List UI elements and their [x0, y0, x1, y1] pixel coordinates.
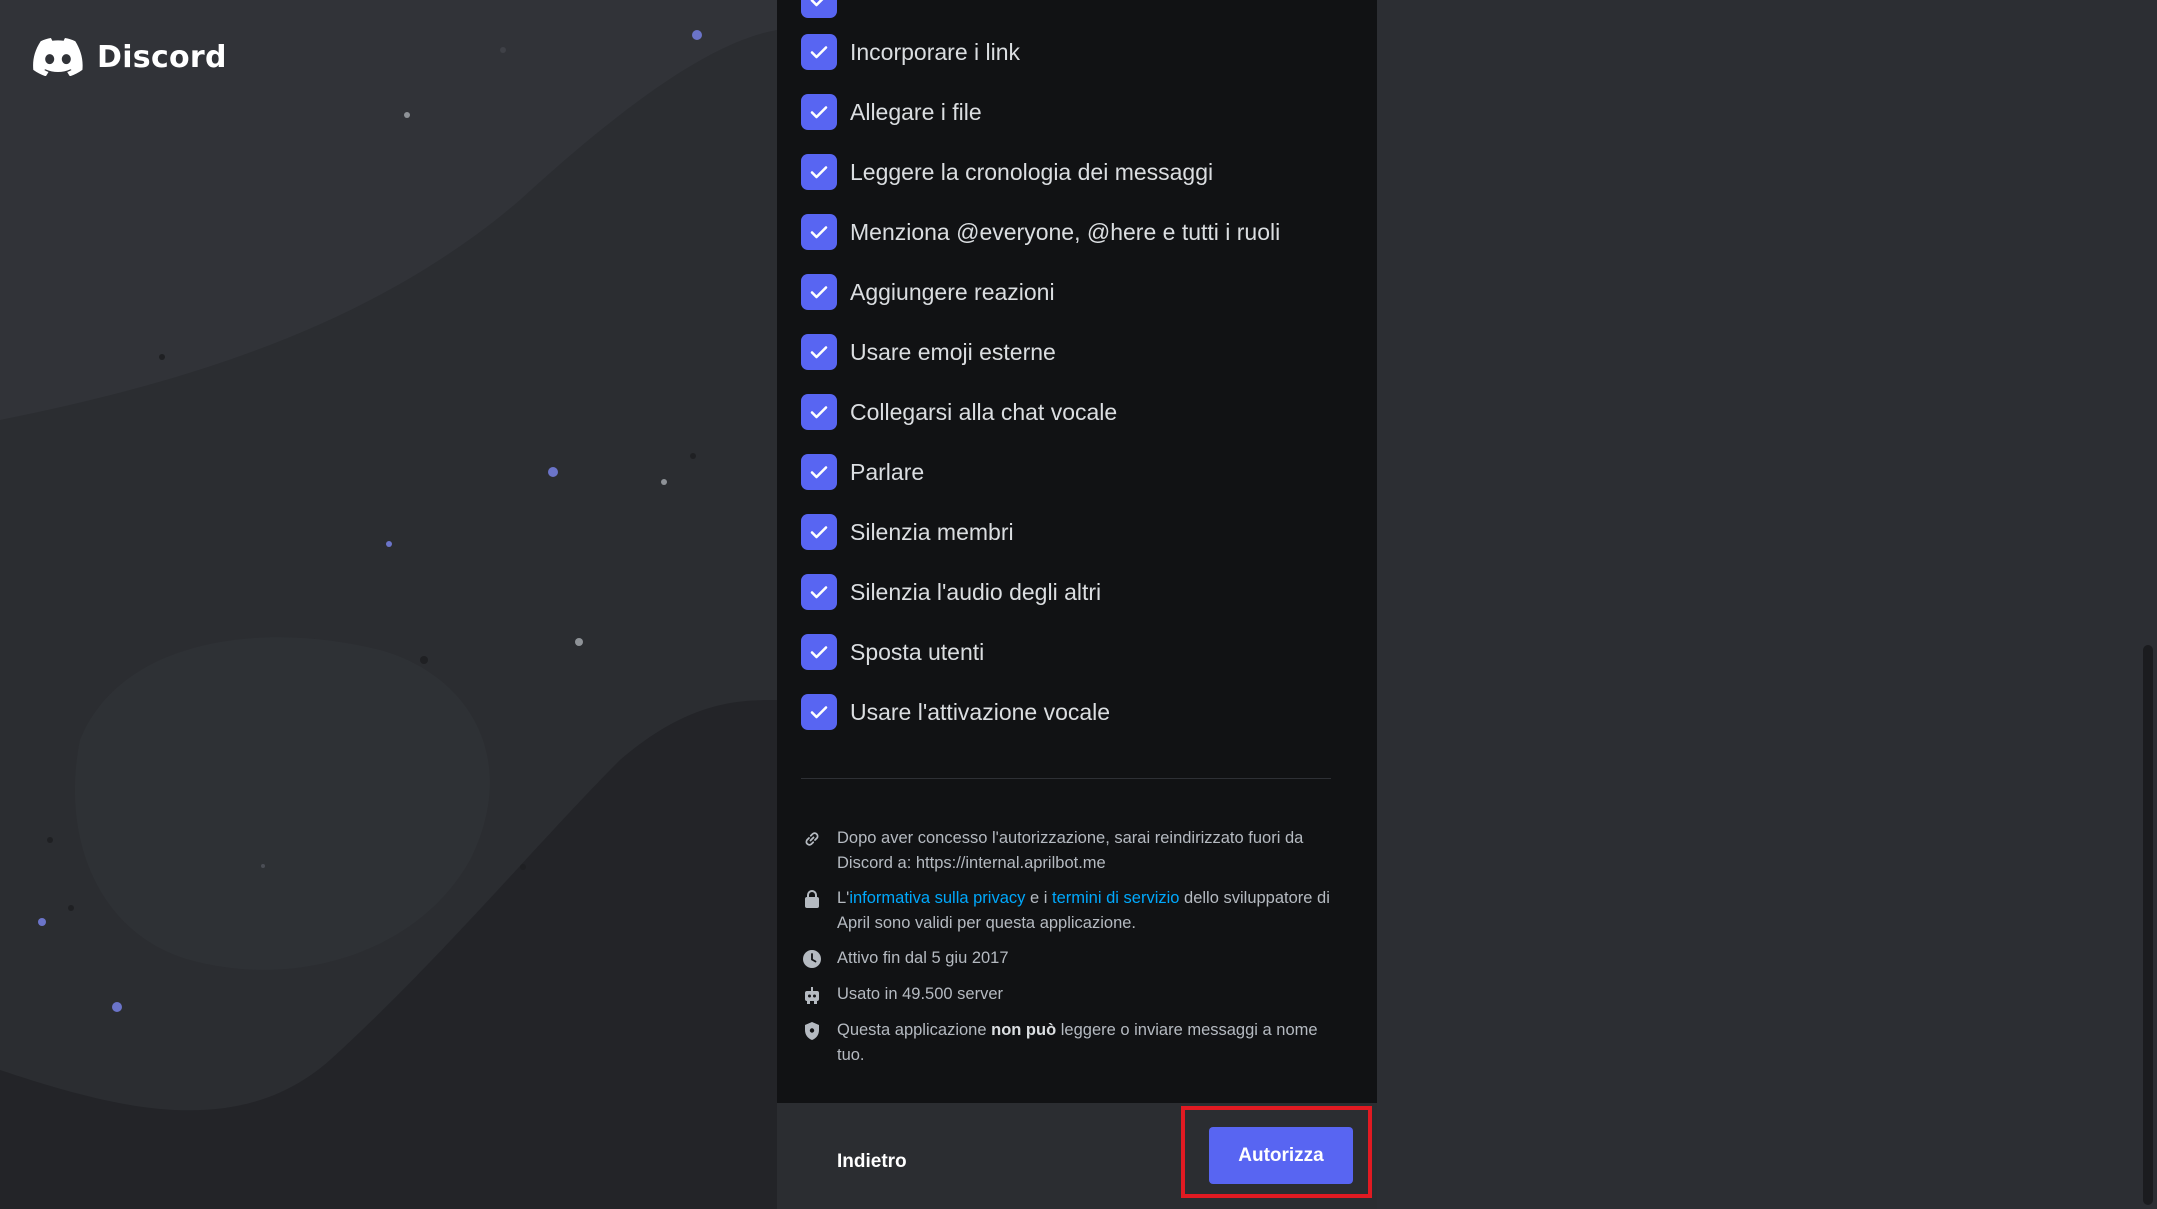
checkbox[interactable] [801, 274, 837, 310]
divider [801, 778, 1331, 779]
policy-prefix: L' [837, 889, 850, 907]
discord-logo-icon [33, 38, 83, 76]
security-text: Questa applicazione non può leggere o in… [837, 1018, 1341, 1068]
checkmark-icon [810, 526, 828, 539]
permission-item[interactable]: Usare emoji esterne [801, 334, 1056, 370]
info-usage: Usato in 49.500 server [801, 982, 1341, 1007]
checkbox[interactable] [801, 334, 837, 370]
policy-middle: e i [1025, 889, 1052, 907]
authorization-panel: Incorporare i link Allegare i file Legge… [777, 0, 1377, 1209]
checkbox[interactable] [801, 634, 837, 670]
usage-text: Usato in 49.500 server [837, 985, 1004, 1003]
privacy-policy-link[interactable]: informativa sulla privacy [849, 889, 1025, 907]
permission-label: Sposta utenti [850, 638, 985, 665]
panel-footer: Indietro Autorizza [777, 1103, 1377, 1209]
permission-item[interactable]: Incorporare i link [801, 34, 1020, 70]
checkmark-icon [810, 286, 828, 299]
info-security: Questa applicazione non può leggere o in… [801, 1018, 1341, 1068]
permission-item[interactable]: Silenzia membri [801, 514, 1014, 550]
checkmark-icon [810, 346, 828, 359]
checkmark-icon [810, 706, 828, 719]
permission-label: Aggiungere reazioni [850, 278, 1055, 305]
checkmark-icon [810, 0, 824, 7]
permission-label: Parlare [850, 458, 925, 485]
permission-label: Silenzia membri [850, 518, 1014, 545]
checkmark-icon [810, 466, 828, 479]
checkbox[interactable] [801, 694, 837, 730]
permission-item[interactable]: Aggiungere reazioni [801, 274, 1055, 310]
discord-brand: Discord [33, 38, 227, 76]
policy-text: L'informativa sulla privacy e i termini … [837, 886, 1341, 936]
redirect-text: Dopo aver concesso l'autorizzazione, sar… [837, 829, 1304, 872]
checkmark-icon [810, 166, 828, 179]
checkbox[interactable] [801, 154, 837, 190]
security-prefix: Questa applicazione [837, 1021, 992, 1039]
link-icon [801, 828, 823, 850]
permission-label: Leggere la cronologia dei messaggi [850, 158, 1214, 185]
info-active: Attivo fin dal 5 giu 2017 [801, 946, 1341, 971]
terms-of-service-link[interactable]: termini di servizio [1052, 889, 1179, 907]
clock-icon [801, 948, 823, 970]
permission-item[interactable]: Allegare i file [801, 94, 982, 130]
permission-label: Allegare i file [850, 98, 982, 125]
back-button[interactable]: Indietro [837, 1151, 907, 1173]
permission-item[interactable]: Sposta utenti [801, 634, 984, 670]
permission-label: Menziona @everyone, @here e tutti i ruol… [850, 218, 1281, 245]
checkbox[interactable] [801, 454, 837, 490]
lock-icon [801, 888, 823, 910]
checkmark-icon [810, 106, 828, 119]
permission-item[interactable]: Usare l'attivazione vocale [801, 694, 1110, 730]
permission-item[interactable]: Parlare [801, 454, 924, 490]
page-scrollbar[interactable] [2143, 645, 2153, 1205]
checkmark-icon [810, 586, 828, 599]
checkmark-icon [810, 46, 828, 59]
permission-label: Usare l'attivazione vocale [850, 698, 1111, 725]
checkbox[interactable] [801, 574, 837, 610]
checkbox[interactable] [801, 394, 837, 430]
permission-label: Incorporare i link [850, 38, 1021, 65]
permission-item[interactable]: Silenzia l'audio degli altri [801, 574, 1101, 610]
permission-label: Usare emoji esterne [850, 338, 1056, 365]
checkbox[interactable] [801, 214, 837, 250]
permission-label: Silenzia l'audio degli altri [850, 578, 1102, 605]
checkbox[interactable] [801, 514, 837, 550]
security-strong: non può [991, 1021, 1057, 1039]
checkbox[interactable] [801, 0, 837, 18]
permission-item[interactable]: Leggere la cronologia dei messaggi [801, 154, 1213, 190]
checkbox[interactable] [801, 34, 837, 70]
permission-item[interactable]: Collegarsi alla chat vocale [801, 394, 1117, 430]
checkmark-icon [810, 226, 828, 239]
shield-icon [801, 1020, 823, 1042]
permission-item-partial[interactable] [801, 0, 837, 18]
info-redirect: Dopo aver concesso l'autorizzazione, sar… [801, 826, 1341, 876]
permission-label: Collegarsi alla chat vocale [850, 398, 1118, 425]
robot-icon [801, 984, 823, 1006]
checkbox[interactable] [801, 94, 837, 130]
info-policy: L'informativa sulla privacy e i termini … [801, 886, 1341, 936]
checkmark-icon [810, 646, 828, 659]
checkmark-icon [810, 406, 828, 419]
authorize-button[interactable]: Autorizza [1209, 1127, 1353, 1184]
active-since-text: Attivo fin dal 5 giu 2017 [837, 949, 1009, 967]
permission-item[interactable]: Menziona @everyone, @here e tutti i ruol… [801, 214, 1280, 250]
brand-name: Discord [97, 39, 227, 75]
